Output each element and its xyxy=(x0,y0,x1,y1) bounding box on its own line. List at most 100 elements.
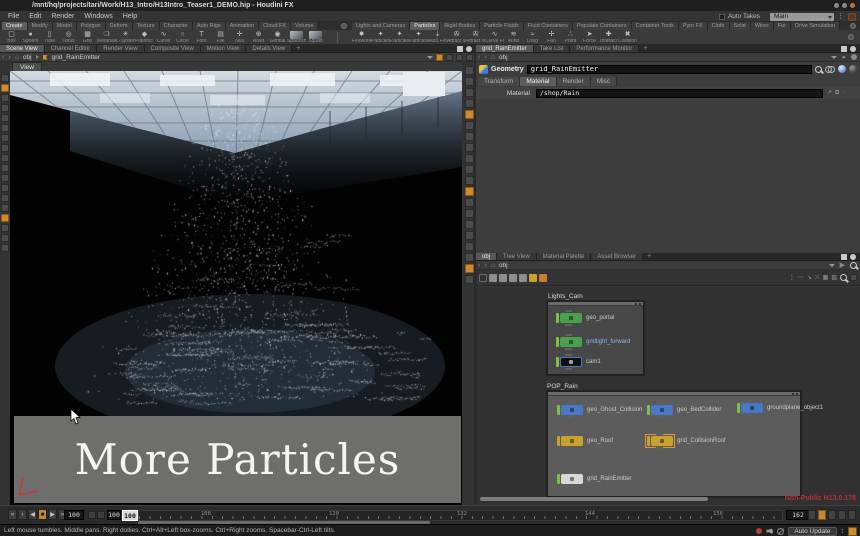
shelf-tool[interactable]: ◆ Platonic S.. xyxy=(135,30,154,44)
viewport-tool-icon[interactable] xyxy=(1,234,9,242)
display-option-icon[interactable] xyxy=(465,176,474,185)
network-node[interactable]: gridlight_forward xyxy=(556,337,582,347)
display-option-icon[interactable] xyxy=(465,99,474,108)
audio-icon[interactable] xyxy=(766,528,773,535)
update-mode-select[interactable]: Auto Update xyxy=(788,527,836,536)
shelf-tool[interactable]: ▤ File xyxy=(211,30,230,44)
takes-menu-icon[interactable] xyxy=(848,13,856,21)
network-node[interactable]: geo_portal xyxy=(556,313,582,323)
shelf-tab[interactable]: Polygon xyxy=(77,22,106,30)
path-context[interactable]: obj xyxy=(497,262,510,269)
layout-icon[interactable]: ⋯ xyxy=(798,274,804,282)
frame-marker[interactable]: 100 xyxy=(122,510,138,521)
shelf-tab[interactable]: Wires xyxy=(751,22,774,30)
shelf-tool[interactable]: ✚ Interact xyxy=(599,30,618,44)
shelf-tool[interactable]: ✖ Collision D.. xyxy=(618,30,637,44)
pane-menu-icon[interactable] xyxy=(466,46,472,52)
chevron-down-icon[interactable] xyxy=(427,56,433,59)
viewport-tool-icon[interactable] xyxy=(1,214,9,222)
playback-option-icon[interactable] xyxy=(808,510,816,520)
display-flag[interactable] xyxy=(557,436,560,446)
shelf-tab[interactable]: Particle Fluids xyxy=(480,22,524,30)
node-category-icon[interactable] xyxy=(489,274,497,282)
viewport-tool-icon[interactable] xyxy=(1,154,9,162)
view-tab[interactable]: View xyxy=(12,62,42,71)
pane-tab[interactable]: grid_RainEmitter xyxy=(476,45,534,52)
clear-icon[interactable]: · xyxy=(842,89,844,98)
realtime-toggle-icon[interactable] xyxy=(88,511,96,519)
view-option-icon[interactable] xyxy=(446,54,453,61)
shelf-tool[interactable]: ● Sphere xyxy=(21,30,40,44)
display-option-icon[interactable] xyxy=(465,275,474,284)
message-log-icon[interactable] xyxy=(756,528,762,534)
parameter-tab[interactable]: Transform xyxy=(478,77,520,86)
shelf-tab[interactable]: Lights and Cameras xyxy=(352,22,410,30)
range-start-field[interactable]: 100 xyxy=(107,510,121,520)
shelf-tool[interactable]: ▦ Grid xyxy=(78,30,97,44)
node-category-icon[interactable] xyxy=(539,274,547,282)
shelf-tool[interactable]: ✦ Particles fr.. xyxy=(390,30,409,44)
viewport-tool-icon[interactable] xyxy=(1,114,9,122)
viewport-tool-icon[interactable] xyxy=(1,74,9,82)
shelf-tool[interactable]: ○ Circle xyxy=(173,30,192,44)
pane-link-icon[interactable] xyxy=(851,54,857,60)
shelf-tool[interactable]: ➤ Force xyxy=(580,30,599,44)
grid-snap-icon[interactable]: ▦ xyxy=(823,274,829,282)
home-icon[interactable]: ⌂ xyxy=(489,261,497,270)
network-node[interactable]: grid_RainEmitter xyxy=(557,474,583,484)
shelf-tool[interactable]: ∿ Curve xyxy=(154,30,173,44)
shelf-tool[interactable]: ✢ Fan xyxy=(542,30,561,44)
viewport-tool-icon[interactable] xyxy=(1,184,9,192)
display-flag[interactable] xyxy=(556,313,559,323)
pane-menu-icon[interactable] xyxy=(850,254,856,260)
network-node[interactable]: geo_Roof xyxy=(557,436,583,446)
node-body[interactable] xyxy=(651,405,673,415)
shelf-tool[interactable]: ∿ Curve Force xyxy=(485,30,504,44)
shelf-tab[interactable]: Cloth xyxy=(708,22,730,30)
minimize-button[interactable] xyxy=(834,3,839,8)
node-body[interactable] xyxy=(560,357,582,367)
display-option-icon[interactable] xyxy=(465,66,474,75)
shelf-tab[interactable]: Solid xyxy=(730,22,751,30)
viewport-tool-icon[interactable] xyxy=(1,124,9,132)
display-option-icon[interactable] xyxy=(465,187,474,196)
display-option-icon[interactable] xyxy=(465,198,474,207)
network-box-title[interactable]: Lights_Cam xyxy=(548,293,583,300)
auto-takes-checkbox[interactable] xyxy=(719,14,725,20)
timeline[interactable]: 108120132144156 xyxy=(138,510,783,521)
material-path-field[interactable] xyxy=(536,89,823,98)
network-node[interactable]: geo_BedCollider xyxy=(647,405,673,415)
pane-tab[interactable]: Material Palette xyxy=(537,253,592,260)
node-category-icon[interactable] xyxy=(479,274,487,282)
pane-tab[interactable]: Render View xyxy=(97,45,144,52)
maximize-pane-icon[interactable] xyxy=(841,46,847,52)
list-view-icon[interactable]: ▥ xyxy=(831,274,837,282)
playback-option-icon[interactable] xyxy=(848,510,856,520)
shelf-tab[interactable]: Container Tools xyxy=(632,22,679,30)
node-body[interactable] xyxy=(561,436,583,446)
shelf-tool[interactable]: Squab xyxy=(306,30,325,44)
shelf-tool[interactable]: ⇣ Auto Fetch xyxy=(428,30,447,44)
menu-item[interactable]: Edit xyxy=(24,11,46,22)
shelf-tab[interactable]: Populate Containers xyxy=(573,22,632,30)
open-floating-icon[interactable]: ⧉ xyxy=(835,89,839,98)
viewport-tool-icon[interactable] xyxy=(1,104,9,112)
home-icon[interactable]: ⌂ xyxy=(489,53,497,62)
pane-menu-icon[interactable] xyxy=(850,46,856,52)
new-tab-icon[interactable]: + xyxy=(643,253,655,260)
shelf-tool[interactable]: ✦ Particles fr.. xyxy=(371,30,390,44)
display-option-icon[interactable] xyxy=(465,165,474,174)
node-body[interactable] xyxy=(561,474,583,484)
shelf-tool[interactable]: T Font xyxy=(192,30,211,44)
shelf-tab[interactable]: Drive Simulation xyxy=(791,22,840,30)
shelf-tool[interactable]: ▯ Tube xyxy=(40,30,59,44)
shelf-tab[interactable]: Cloud FX xyxy=(259,22,291,30)
node-info-icon[interactable] xyxy=(849,65,857,73)
layout-icon[interactable]: ⋮ xyxy=(789,274,795,282)
display-option-icon[interactable] xyxy=(465,231,474,240)
range-end-field[interactable]: 162 xyxy=(786,510,810,520)
display-option-icon[interactable] xyxy=(465,253,474,262)
pane-tab[interactable]: Scene View xyxy=(0,45,45,52)
cache-manager-icon[interactable] xyxy=(848,527,857,536)
search-icon[interactable] xyxy=(840,274,847,281)
